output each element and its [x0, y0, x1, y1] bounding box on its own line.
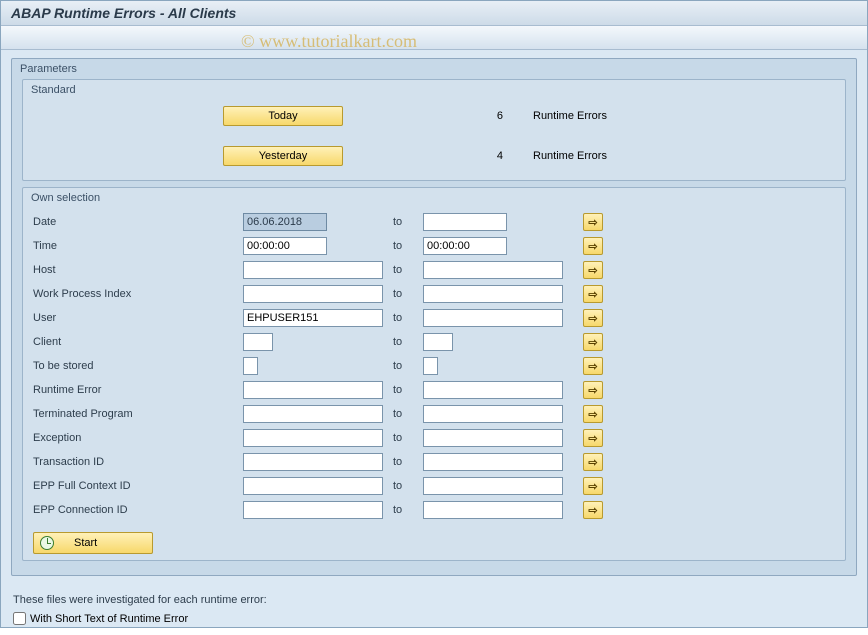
- standard-row-yesterday: Yesterday 4 Runtime Errors: [23, 142, 845, 168]
- transaction-id-to-input[interactable]: [423, 453, 563, 471]
- host-from-input[interactable]: [243, 261, 383, 279]
- start-button[interactable]: Start: [33, 532, 153, 554]
- titlebar: ABAP Runtime Errors - All Clients: [1, 1, 867, 26]
- stored-range-button[interactable]: ⇨: [583, 357, 603, 375]
- arrow-right-icon: ⇨: [588, 288, 597, 301]
- arrow-right-icon: ⇨: [588, 408, 597, 421]
- own-selection-panel: Own selection Date to ⇨ Time to ⇨ Host: [22, 187, 846, 561]
- yesterday-count: 4: [463, 150, 503, 162]
- own-selection-title: Own selection: [23, 188, 845, 210]
- epp-connection-id-label: EPP Connection ID: [33, 504, 243, 516]
- arrow-right-icon: ⇨: [588, 336, 597, 349]
- footer-text: These files were investigated for each r…: [13, 594, 857, 606]
- exception-to-input[interactable]: [423, 429, 563, 447]
- user-to-input[interactable]: [423, 309, 563, 327]
- toolbar-strip: [1, 26, 867, 50]
- terminated-program-to-input[interactable]: [423, 405, 563, 423]
- terminated-program-label: Terminated Program: [33, 408, 243, 420]
- to-label: to: [383, 216, 423, 228]
- exception-from-input[interactable]: [243, 429, 383, 447]
- epp-full-context-id-to-input[interactable]: [423, 477, 563, 495]
- today-count: 6: [463, 110, 503, 122]
- standard-title: Standard: [23, 80, 845, 102]
- exception-range-button[interactable]: ⇨: [583, 429, 603, 447]
- user-label: User: [33, 312, 243, 324]
- arrow-right-icon: ⇨: [588, 456, 597, 469]
- epp-full-context-id-range-button[interactable]: ⇨: [583, 477, 603, 495]
- runtime-error-from-input[interactable]: [243, 381, 383, 399]
- standard-row-today: Today 6 Runtime Errors: [23, 102, 845, 128]
- short-text-checkbox[interactable]: [13, 612, 26, 625]
- terminated-program-from-input[interactable]: [243, 405, 383, 423]
- date-label: Date: [33, 216, 243, 228]
- date-range-button[interactable]: ⇨: [583, 213, 603, 231]
- epp-connection-id-range-button[interactable]: ⇨: [583, 501, 603, 519]
- wpi-to-input[interactable]: [423, 285, 563, 303]
- epp-full-context-id-label: EPP Full Context ID: [33, 480, 243, 492]
- date-from-input[interactable]: [243, 213, 327, 231]
- arrow-right-icon: ⇨: [588, 216, 597, 229]
- arrow-right-icon: ⇨: [588, 360, 597, 373]
- exception-label: Exception: [33, 432, 243, 444]
- client-from-input[interactable]: [243, 333, 273, 351]
- date-to-input[interactable]: [423, 213, 507, 231]
- today-button[interactable]: Today: [223, 106, 343, 126]
- client-to-input[interactable]: [423, 333, 453, 351]
- yesterday-button[interactable]: Yesterday: [223, 146, 343, 166]
- transaction-id-range-button[interactable]: ⇨: [583, 453, 603, 471]
- client-label: Client: [33, 336, 243, 348]
- short-text-label: With Short Text of Runtime Error: [30, 613, 188, 625]
- time-to-input[interactable]: [423, 237, 507, 255]
- arrow-right-icon: ⇨: [588, 312, 597, 325]
- time-label: Time: [33, 240, 243, 252]
- stored-to-input[interactable]: [423, 357, 438, 375]
- parameters-title: Parameters: [12, 59, 856, 79]
- yesterday-text: Runtime Errors: [533, 150, 607, 162]
- runtime-error-range-button[interactable]: ⇨: [583, 381, 603, 399]
- user-from-input[interactable]: [243, 309, 383, 327]
- epp-connection-id-to-input[interactable]: [423, 501, 563, 519]
- host-label: Host: [33, 264, 243, 276]
- host-to-input[interactable]: [423, 261, 563, 279]
- runtime-error-label: Runtime Error: [33, 384, 243, 396]
- stored-from-input[interactable]: [243, 357, 258, 375]
- today-text: Runtime Errors: [533, 110, 607, 122]
- arrow-right-icon: ⇨: [588, 432, 597, 445]
- app-window: ABAP Runtime Errors - All Clients © www.…: [0, 0, 868, 628]
- wpi-label: Work Process Index: [33, 288, 243, 300]
- parameters-panel: Parameters Standard Today 6 Runtime Erro…: [11, 58, 857, 576]
- start-label: Start: [74, 537, 97, 549]
- page-title: ABAP Runtime Errors - All Clients: [11, 5, 857, 21]
- transaction-id-label: Transaction ID: [33, 456, 243, 468]
- arrow-right-icon: ⇨: [588, 264, 597, 277]
- stored-label: To be stored: [33, 360, 243, 372]
- arrow-right-icon: ⇨: [588, 240, 597, 253]
- standard-panel: Standard Today 6 Runtime Errors Yesterda…: [22, 79, 846, 181]
- runtime-error-to-input[interactable]: [423, 381, 563, 399]
- time-from-input[interactable]: [243, 237, 327, 255]
- transaction-id-from-input[interactable]: [243, 453, 383, 471]
- wpi-from-input[interactable]: [243, 285, 383, 303]
- arrow-right-icon: ⇨: [588, 504, 597, 517]
- clock-icon: [40, 536, 54, 550]
- terminated-program-range-button[interactable]: ⇨: [583, 405, 603, 423]
- wpi-range-button[interactable]: ⇨: [583, 285, 603, 303]
- epp-connection-id-from-input[interactable]: [243, 501, 383, 519]
- arrow-right-icon: ⇨: [588, 384, 597, 397]
- client-range-button[interactable]: ⇨: [583, 333, 603, 351]
- arrow-right-icon: ⇨: [588, 480, 597, 493]
- time-range-button[interactable]: ⇨: [583, 237, 603, 255]
- epp-full-context-id-from-input[interactable]: [243, 477, 383, 495]
- host-range-button[interactable]: ⇨: [583, 261, 603, 279]
- user-range-button[interactable]: ⇨: [583, 309, 603, 327]
